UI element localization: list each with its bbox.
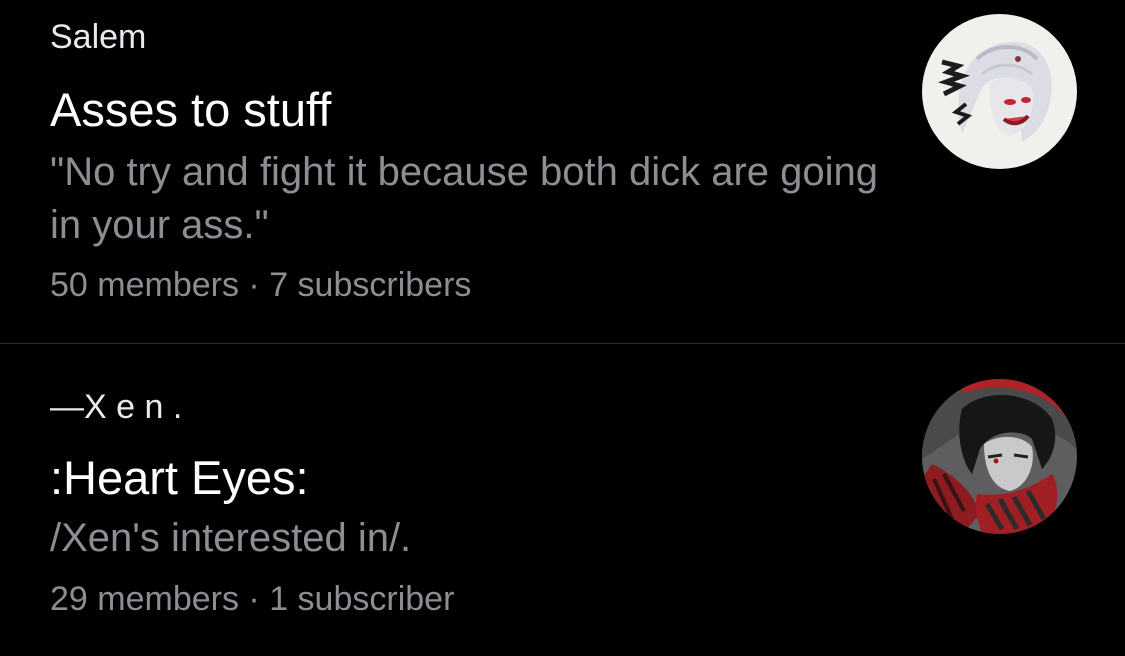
member-count: 29 members: [50, 580, 239, 618]
community-title: :Heart Eyes:: [50, 451, 309, 504]
stats-separator: ·: [248, 266, 260, 304]
community-stats: 29 members · 1 subscriber: [50, 580, 454, 619]
subscriber-count: 1 subscriber: [269, 580, 455, 618]
member-count: 50 members: [50, 266, 239, 304]
community-description: "No try and fight it because both dick a…: [50, 150, 879, 247]
community-owner-name: Salem: [50, 18, 147, 56]
community-avatar-icon[interactable]: [922, 379, 1077, 534]
community-list-item[interactable]: Salem Asses to stuff "No try and fight i…: [0, 0, 1125, 343]
community-avatar-icon[interactable]: [922, 14, 1077, 169]
anime-avatar-white-hair-icon: [922, 14, 1077, 169]
subscriber-count: 7 subscribers: [269, 266, 472, 304]
anime-avatar-red-scarf-icon: [922, 379, 1077, 534]
community-stats: 50 members · 7 subscribers: [50, 266, 471, 305]
community-description: /Xen's interested in/.: [50, 516, 412, 560]
community-list-item[interactable]: —X e n . :Heart Eyes: /Xen's interested …: [0, 344, 1125, 656]
community-owner-name: —X e n .: [50, 388, 183, 426]
community-title: Asses to stuff: [50, 83, 332, 136]
stats-separator: ·: [248, 580, 260, 618]
community-list: Salem Asses to stuff "No try and fight i…: [0, 0, 1125, 656]
